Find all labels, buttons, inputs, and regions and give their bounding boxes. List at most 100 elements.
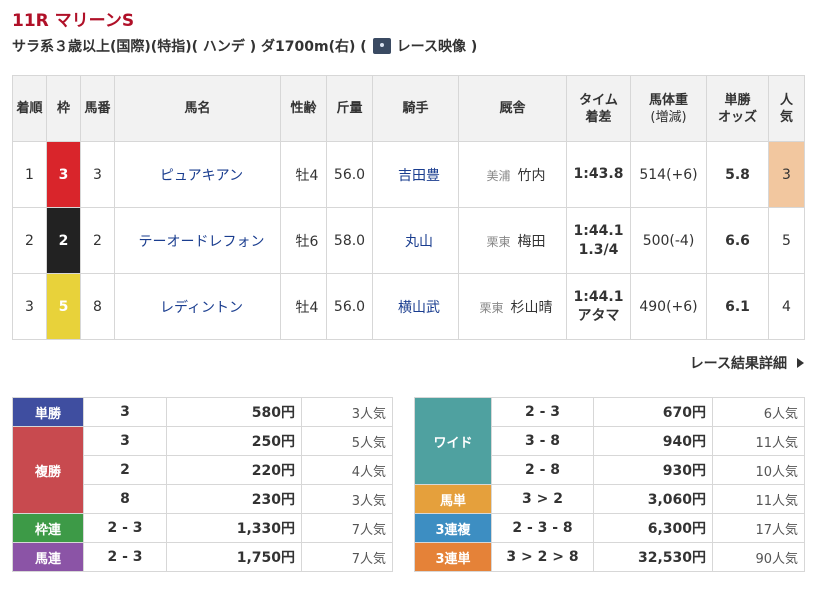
race-result-detail-link[interactable]: レース結果詳細 <box>690 353 804 373</box>
odds-cell: 6.1 <box>706 273 769 340</box>
payout-popularity: 7人気 <box>301 542 393 572</box>
trainer-cell[interactable]: 栗東 杉山晴 <box>458 273 567 340</box>
trainer-cell[interactable]: 美浦 竹内 <box>458 141 567 208</box>
payout-amount: 580円 <box>166 397 302 427</box>
race-video-link[interactable]: レース映像 ) <box>397 36 478 56</box>
payout-combo: 2 - 3 - 8 <box>491 513 594 543</box>
table-row: 3 5 8 レディントン 牡4 56.0 横山武 栗東 杉山晴 1:44.1 アタマ… <box>12 273 805 340</box>
payout-amount: 670円 <box>593 397 713 427</box>
payout-row-umatan: 馬単 3 > 2 3,060円 11人気 <box>414 484 805 514</box>
header-body-weight: 馬体重 (増減) <box>630 75 707 142</box>
detail-link-label: レース結果詳細 <box>689 356 787 372</box>
time-cell: 1:44.1 アタマ <box>566 273 631 340</box>
sexage-cell: 牡4 <box>280 273 327 340</box>
payout-popularity: 3人気 <box>301 484 393 514</box>
body-weight-cell: 514(+6) <box>630 141 707 208</box>
horse-name-link[interactable]: ピュアキアン <box>114 141 281 208</box>
weight-cell: 58.0 <box>326 207 373 274</box>
payout-combo: 8 <box>83 484 167 514</box>
header-popularity: 人気 <box>768 75 805 142</box>
payout-amount: 1,330円 <box>166 513 302 543</box>
popularity-cell: 3 <box>768 141 805 208</box>
time-cell: 1:43.8 <box>566 141 631 208</box>
payout-combo: 3 - 8 <box>491 426 594 456</box>
payout-combo: 2 - 8 <box>491 455 594 485</box>
header-horse: 馬名 <box>114 75 281 142</box>
affiliation-label: 栗東 <box>486 234 511 249</box>
payout-row-umaren: 馬連 2 - 3 1,750円 7人気 <box>12 542 393 572</box>
affiliation-label: 栗東 <box>479 300 504 315</box>
payout-combo: 2 <box>83 455 167 485</box>
race-conditions-text: サラ系３歳以上(国際)(特指)( ハンデ ) ダ1700m(右) ( <box>12 39 367 55</box>
race-conditions: サラ系３歳以上(国際)(特指)( ハンデ ) ダ1700m(右) ( レース映像… <box>12 36 477 56</box>
payout-amount: 930円 <box>593 455 713 485</box>
payout-popularity: 7人気 <box>301 513 393 543</box>
weight-cell: 56.0 <box>326 141 373 208</box>
video-icon[interactable] <box>372 38 391 54</box>
horse-name-link[interactable]: レディントン <box>114 273 281 340</box>
rank-cell: 2 <box>12 207 47 274</box>
payout-popularity: 5人気 <box>301 426 393 456</box>
odds-cell: 5.8 <box>706 141 769 208</box>
header-weight: 斤量 <box>326 75 373 142</box>
payout-combo: 2 - 3 <box>83 542 167 572</box>
payout-row-wide: ワイド 2 - 3 670円 6人気 <box>414 397 805 485</box>
sexage-cell: 牡4 <box>280 141 327 208</box>
rank-cell: 1 <box>12 141 47 208</box>
header-jockey: 騎手 <box>372 75 459 142</box>
payout-popularity: 6人気 <box>712 397 805 427</box>
payout-amount: 230円 <box>166 484 302 514</box>
trainer-link: 梅田 <box>517 233 546 250</box>
payout-table-right: ワイド 2 - 3 670円 6人気 3 - 8 940円 11人気 2 - 8… <box>414 397 805 572</box>
affiliation-label: 美浦 <box>486 168 511 183</box>
payout-combo: 3 <box>83 397 167 427</box>
results-table: 着順 枠 馬番 馬名 性齢 斤量 騎手 厩舎 タイム 着差 馬体重 (増減) 単勝オ… <box>12 75 805 340</box>
payout-popularity: 10人気 <box>712 455 805 485</box>
time-cell: 1:44.1 1.3/4 <box>566 207 631 274</box>
popularity-cell: 5 <box>768 207 805 274</box>
payout-popularity: 3人気 <box>301 397 393 427</box>
sexage-cell: 牡6 <box>280 207 327 274</box>
sanrentan-label: 3連単 <box>414 542 492 572</box>
wide-label: ワイド <box>414 397 492 485</box>
results-header-row: 着順 枠 馬番 馬名 性齢 斤量 騎手 厩舎 タイム 着差 馬体重 (増減) 単勝オ… <box>12 75 805 142</box>
umatan-label: 馬単 <box>414 484 492 514</box>
rank-cell: 3 <box>12 273 47 340</box>
sanrenpuku-label: 3連複 <box>414 513 492 543</box>
payout-popularity: 11人気 <box>712 484 805 514</box>
chevron-right-icon <box>797 358 804 368</box>
payout-combo: 3 <box>83 426 167 456</box>
payout-row-santan: 3連単 3 > 2 > 8 32,530円 90人気 <box>414 542 805 572</box>
umaren-label: 馬連 <box>12 542 84 572</box>
trainer-cell[interactable]: 栗東 梅田 <box>458 207 567 274</box>
waku-badge: 5 <box>46 273 81 340</box>
body-weight-cell: 500(-4) <box>630 207 707 274</box>
horse-name-link[interactable]: テーオードレフォン <box>114 207 281 274</box>
jockey-link[interactable]: 横山武 <box>372 273 459 340</box>
payout-row-sanfuku: 3連複 2 - 3 - 8 6,300円 17人気 <box>414 513 805 543</box>
trainer-link: 竹内 <box>517 167 546 184</box>
umaban-cell: 3 <box>80 141 115 208</box>
payout-popularity: 11人気 <box>712 426 805 456</box>
umaban-cell: 8 <box>80 273 115 340</box>
odds-cell: 6.6 <box>706 207 769 274</box>
header-trainer: 厩舎 <box>458 75 567 142</box>
fukusho-label: 複勝 <box>12 426 84 514</box>
race-title: 11R マリーンS <box>12 11 135 31</box>
payout-combo: 3 > 2 > 8 <box>491 542 594 572</box>
popularity-cell: 4 <box>768 273 805 340</box>
body-weight-cell: 490(+6) <box>630 273 707 340</box>
payout-popularity: 17人気 <box>712 513 805 543</box>
jockey-link[interactable]: 丸山 <box>372 207 459 274</box>
header-umaban: 馬番 <box>80 75 115 142</box>
header-sexage: 性齢 <box>280 75 327 142</box>
jockey-link[interactable]: 吉田豊 <box>372 141 459 208</box>
table-row: 1 3 3 ピュアキアン 牡4 56.0 吉田豊 美浦 竹内 1:43.8 514… <box>12 141 805 208</box>
payout-amount: 940円 <box>593 426 713 456</box>
trainer-link: 杉山晴 <box>510 299 553 316</box>
payout-amount: 220円 <box>166 455 302 485</box>
umaban-cell: 2 <box>80 207 115 274</box>
payout-amount: 250円 <box>166 426 302 456</box>
payout-combo: 3 > 2 <box>491 484 594 514</box>
waku-badge: 2 <box>46 207 81 274</box>
